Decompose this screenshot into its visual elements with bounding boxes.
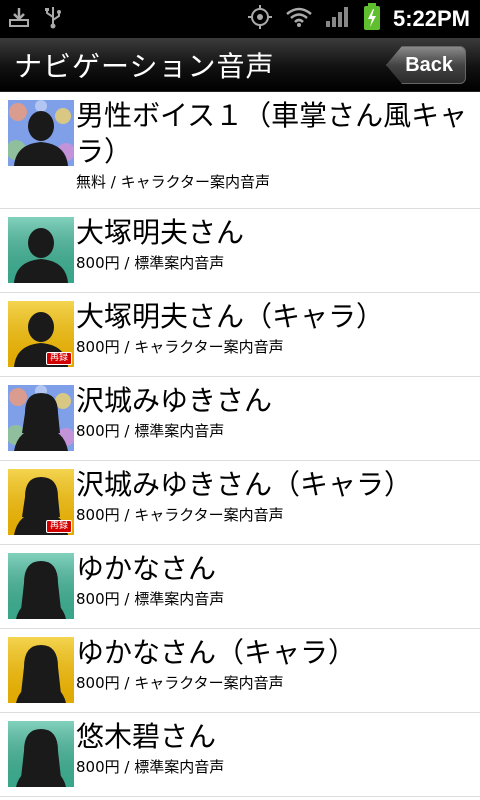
voice-price-type: 800円 / 標準案内音声 bbox=[76, 758, 225, 776]
avatar bbox=[8, 721, 74, 787]
avatar bbox=[8, 553, 74, 619]
avatar bbox=[8, 637, 74, 703]
avatar bbox=[8, 100, 74, 166]
list-item[interactable]: 男性ボイス１（車掌さん風キャラ） 無料 / キャラクター案内音声 bbox=[0, 92, 480, 209]
download-icon bbox=[8, 6, 30, 32]
voice-list: 男性ボイス１（車掌さん風キャラ） 無料 / キャラクター案内音声大塚明夫さん 800… bbox=[0, 92, 480, 797]
status-time: 5:22PM bbox=[392, 6, 470, 31]
voice-name: 悠木碧さん bbox=[76, 720, 217, 753]
back-button[interactable]: Back bbox=[386, 46, 466, 84]
usb-icon bbox=[44, 5, 62, 33]
voice-name: 大塚明夫さん（キャラ） bbox=[76, 300, 385, 333]
list-item[interactable]: 大塚明夫さん 800円 / 標準案内音声 bbox=[0, 209, 480, 293]
avatar: 再録 bbox=[8, 301, 74, 367]
avatar bbox=[8, 385, 74, 451]
voice-name: 大塚明夫さん bbox=[76, 216, 245, 249]
voice-price-type: 無料 / キャラクター案内音声 bbox=[76, 173, 270, 191]
page-title: ナビゲーション音声 bbox=[14, 49, 275, 83]
signal-icon bbox=[325, 6, 351, 32]
list-item[interactable]: 沢城みゆきさん 800円 / 標準案内音声 bbox=[0, 377, 480, 461]
voice-name: 沢城みゆきさん（キャラ） bbox=[76, 468, 413, 501]
voice-price-type: 800円 / 標準案内音声 bbox=[76, 254, 225, 272]
battery-charging-icon bbox=[363, 3, 381, 35]
list-item[interactable]: 再録 大塚明夫さん（キャラ） 800円 / キャラクター案内音声 bbox=[0, 293, 480, 377]
voice-price-type: 800円 / キャラクター案内音声 bbox=[76, 674, 284, 692]
status-bar: 5:22PM bbox=[0, 0, 480, 38]
avatar bbox=[8, 217, 74, 283]
rerecorded-badge: 再録 bbox=[45, 352, 72, 365]
title-bar: ナビゲーション音声 Back bbox=[0, 38, 480, 92]
voice-name: ゆかなさん bbox=[76, 552, 217, 585]
list-item[interactable]: 再録 沢城みゆきさん（キャラ） 800円 / キャラクター案内音声 bbox=[0, 461, 480, 545]
voice-price-type: 800円 / 標準案内音声 bbox=[76, 422, 225, 440]
list-item[interactable]: ゆかなさん 800円 / 標準案内音声 bbox=[0, 545, 480, 629]
voice-name: 男性ボイス１（車掌さん風キャラ） bbox=[76, 99, 468, 168]
voice-price-type: 800円 / 標準案内音声 bbox=[76, 590, 225, 608]
voice-name: ゆかなさん（キャラ） bbox=[76, 636, 357, 669]
voice-name: 沢城みゆきさん bbox=[76, 384, 273, 417]
voice-price-type: 800円 / キャラクター案内音声 bbox=[76, 338, 284, 356]
gps-icon bbox=[247, 4, 273, 34]
wifi-icon bbox=[285, 6, 313, 32]
avatar: 再録 bbox=[8, 469, 74, 535]
voice-price-type: 800円 / キャラクター案内音声 bbox=[76, 506, 284, 524]
rerecorded-badge: 再録 bbox=[45, 520, 72, 533]
list-item[interactable]: 悠木碧さん 800円 / 標準案内音声 bbox=[0, 713, 480, 797]
list-item[interactable]: ゆかなさん（キャラ） 800円 / キャラクター案内音声 bbox=[0, 629, 480, 713]
